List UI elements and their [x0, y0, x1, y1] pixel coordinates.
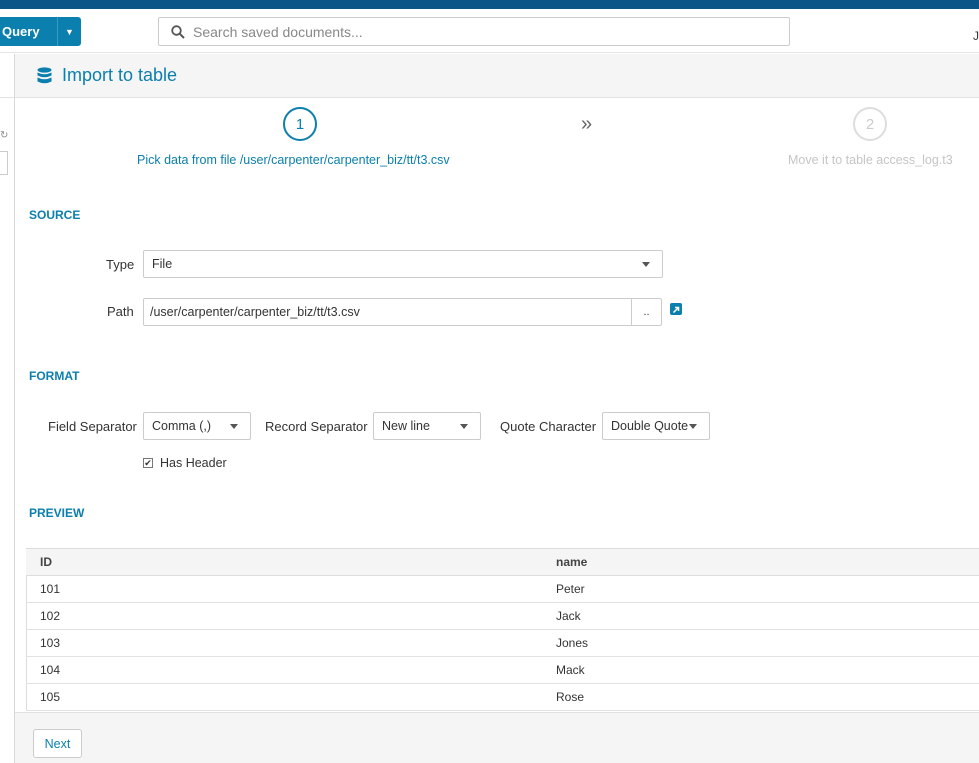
column-header-name[interactable]: name — [542, 548, 979, 576]
quote-character-caret-icon — [689, 424, 697, 429]
page-header: Import to table — [15, 54, 979, 98]
quote-character-label: Quote Character — [500, 419, 597, 434]
top-navbar: Query ▼ J — [0, 9, 979, 53]
step-1-circle[interactable]: 1 — [283, 107, 317, 141]
table-cell-id: 104 — [26, 656, 542, 684]
query-dropdown-caret-icon[interactable]: ▼ — [57, 17, 81, 46]
quote-character-select[interactable]: Double Quote — [602, 412, 710, 440]
record-separator-label: Record Separator — [265, 419, 368, 434]
path-browse-button[interactable]: .. — [632, 298, 662, 326]
type-label: Type — [106, 257, 135, 272]
field-separator-label: Field Separator — [48, 419, 137, 434]
record-separator-select[interactable]: New line — [373, 412, 481, 440]
record-separator-value: New line — [382, 419, 430, 433]
type-select[interactable]: File — [143, 250, 663, 278]
table-cell-id: 102 — [26, 602, 542, 630]
left-side-panel: ↻ — [0, 54, 15, 763]
search-icon — [171, 24, 185, 39]
step-separator-chevrons-icon: » — [581, 113, 593, 135]
query-button[interactable]: Query — [0, 17, 57, 46]
table-cell-name: Mack — [542, 656, 979, 684]
table-cell-name: Jack — [542, 602, 979, 630]
format-section-title: FORMAT — [29, 369, 80, 383]
wizard-footer: Next — [15, 712, 979, 763]
left-panel-header — [0, 54, 14, 98]
top-accent-strip — [0, 0, 979, 9]
preview-table: ID name 101 Peter 102 Jack 103 Jones 104… — [26, 548, 979, 711]
has-header-checkbox-row: ✔ Has Header — [143, 456, 227, 470]
next-button[interactable]: Next — [33, 729, 82, 758]
import-wizard: Import to table 1 Pick data from file /u… — [15, 54, 979, 763]
preview-section-title: PREVIEW — [29, 506, 85, 520]
table-row: 105 Rose — [26, 683, 979, 711]
path-input[interactable] — [143, 298, 632, 326]
table-row: 102 Jack — [26, 602, 979, 630]
left-panel-filter-input[interactable] — [0, 151, 8, 175]
table-cell-name: Peter — [542, 575, 979, 603]
table-row: 101 Peter — [26, 575, 979, 603]
search-input[interactable] — [193, 23, 773, 40]
field-separator-select[interactable]: Comma (,) — [143, 412, 251, 440]
left-panel-refresh-icon[interactable]: ↻ — [0, 130, 8, 141]
database-icon — [37, 66, 52, 83]
type-select-value: File — [152, 257, 173, 271]
field-separator-value: Comma (,) — [152, 419, 212, 433]
open-external-icon[interactable] — [670, 303, 682, 315]
page-title: Import to table — [62, 65, 178, 85]
top-right-menu[interactable]: J — [973, 29, 979, 43]
column-header-id[interactable]: ID — [26, 548, 542, 576]
query-button-group: Query ▼ — [0, 17, 81, 46]
type-select-caret-icon — [642, 262, 650, 267]
preview-table-header-row: ID name — [26, 548, 979, 576]
path-input-group: .. — [143, 298, 662, 326]
source-section-title: SOURCE — [29, 208, 81, 222]
external-link-arrow-icon — [672, 306, 680, 314]
step-1-label[interactable]: Pick data from file /user/carpenter/carp… — [137, 153, 450, 167]
step-2-label[interactable]: Move it to table access_log.t3 — [788, 153, 953, 167]
quote-character-value: Double Quote — [611, 419, 689, 433]
table-cell-id: 103 — [26, 629, 542, 657]
table-cell-id: 101 — [26, 575, 542, 603]
path-label: Path — [107, 304, 134, 319]
record-separator-caret-icon — [460, 424, 468, 429]
table-cell-name: Jones — [542, 629, 979, 657]
has-header-label[interactable]: Has Header — [160, 456, 227, 470]
table-cell-name: Rose — [542, 683, 979, 711]
search-box — [158, 17, 790, 46]
has-header-checkbox[interactable]: ✔ — [143, 458, 153, 468]
table-row: 104 Mack — [26, 656, 979, 684]
field-separator-caret-icon — [230, 424, 238, 429]
table-cell-id: 105 — [26, 683, 542, 711]
step-2-circle[interactable]: 2 — [853, 107, 887, 141]
table-row: 103 Jones — [26, 629, 979, 657]
